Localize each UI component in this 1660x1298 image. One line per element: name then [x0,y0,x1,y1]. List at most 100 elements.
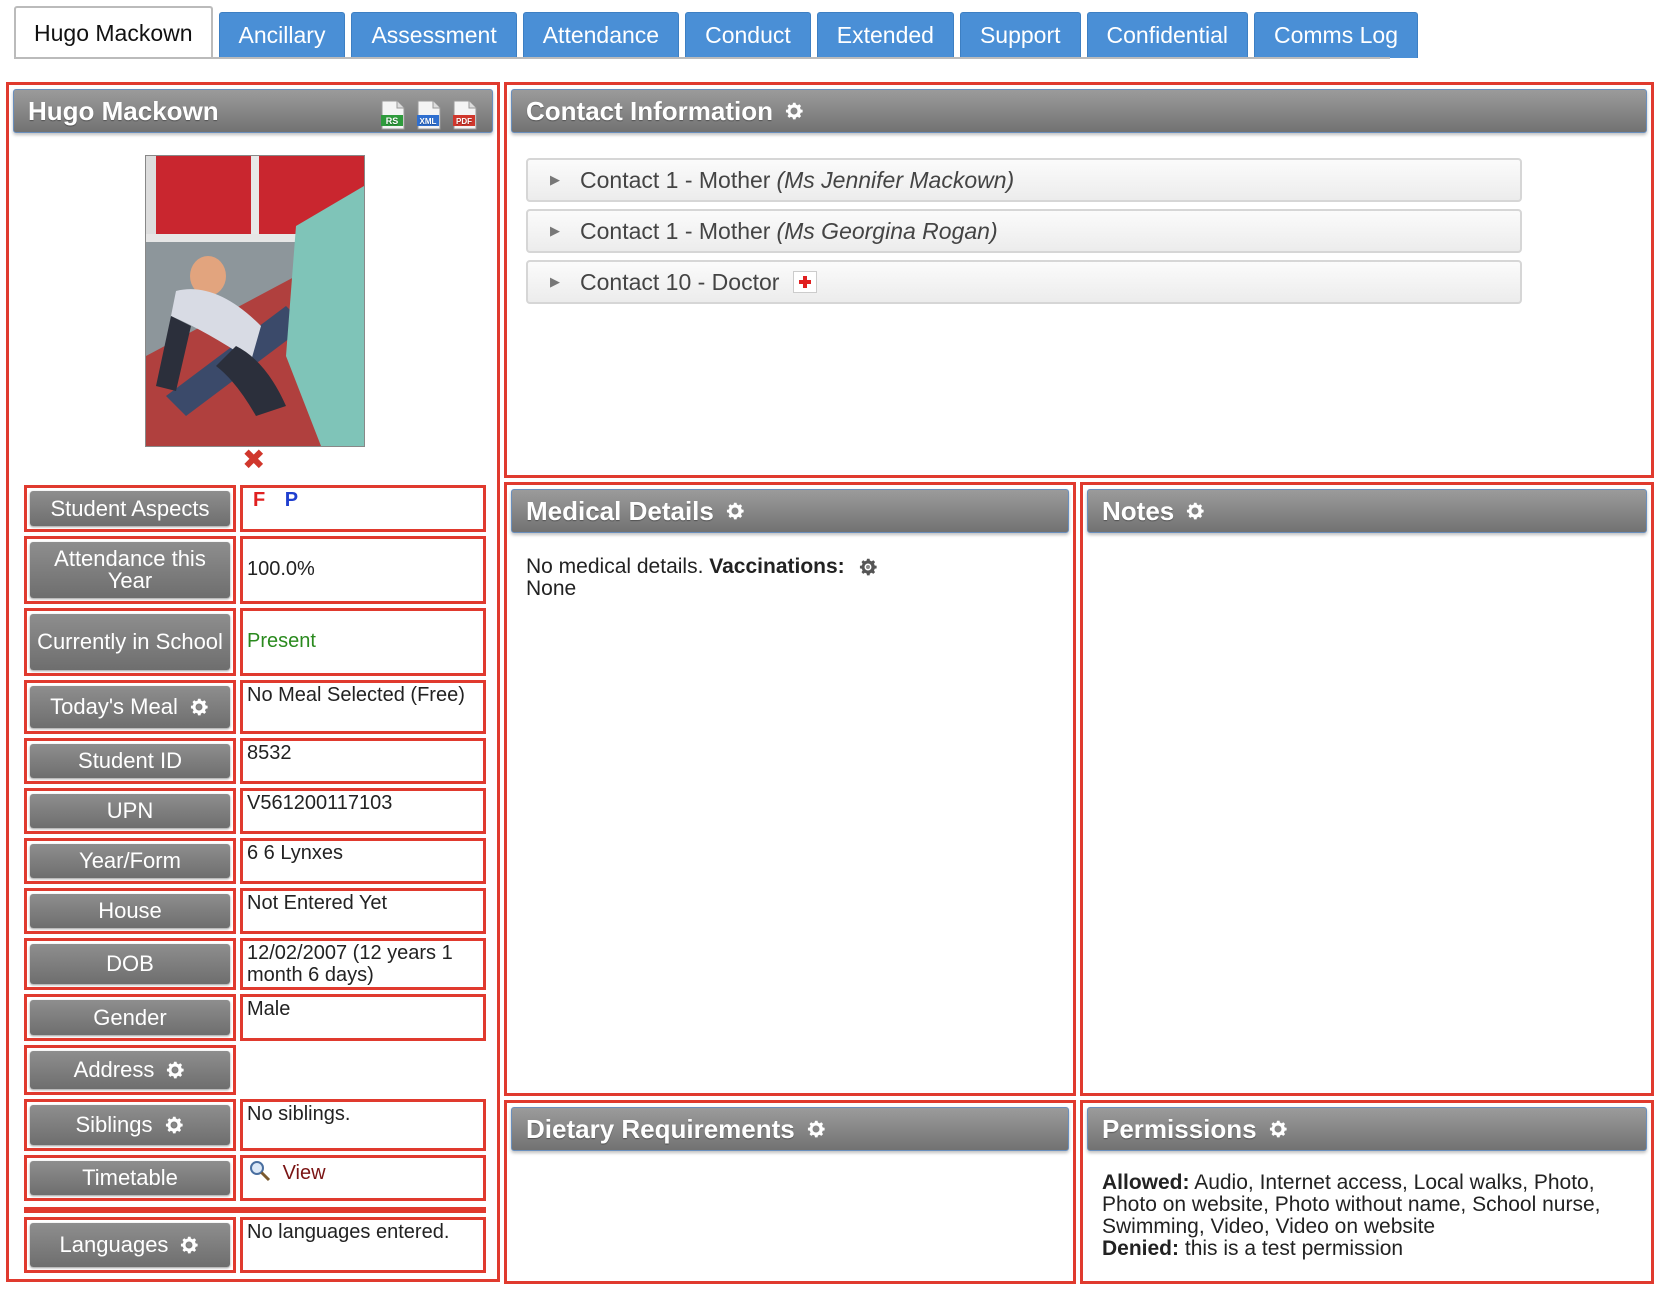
row-divider [24,1207,486,1213]
notes-gear-icon[interactable] [1184,500,1206,522]
in-school-value: Present [240,608,486,676]
year-form-text: Year/Form [79,848,181,873]
svg-text:XML: XML [420,117,437,126]
svg-text:PDF: PDF [456,117,472,126]
in-school-button[interactable]: Currently in School [30,614,230,670]
in-school-label: Currently in School [24,608,236,676]
rs-export-icon[interactable]: RS [380,100,406,130]
upn-label: UPN [24,788,236,834]
upn-text: UPN [106,798,154,823]
dietary-gear-icon[interactable] [805,1118,827,1140]
tab-attendance[interactable]: Attendance [522,12,680,58]
siblings-button[interactable]: Siblings [30,1105,230,1145]
meal-gear-icon[interactable] [188,696,210,718]
in-school-text: Currently in School [37,629,223,654]
meal-value: No Meal Selected (Free) [240,680,486,734]
notes-header: Notes [1087,489,1647,533]
student-photo [145,155,365,447]
contact-gear-icon[interactable] [783,100,805,122]
attendance-value: 100.0% [240,536,486,604]
contact-label: Contact 1 - Mother [580,166,771,193]
student-aspects-button[interactable]: Student Aspects [30,491,230,526]
contact-item-jennifer[interactable]: ▶ Contact 1 - Mother (Ms Jennifer Mackow… [526,158,1522,202]
meal-text: Today's Meal [50,694,178,719]
student-name-title: Hugo Mackown [28,95,219,126]
tab-ancillary[interactable]: Ancillary [218,12,346,58]
denied-label: Denied: [1102,1237,1180,1261]
gender-button[interactable]: Gender [30,1000,230,1035]
in-school-value-text: Present [247,630,316,653]
timetable-label: Timetable [24,1155,236,1201]
tab-support[interactable]: Support [959,12,1081,58]
siblings-value: No siblings. [240,1099,486,1151]
tab-conduct[interactable]: Conduct [685,12,811,58]
tab-assessment[interactable]: Assessment [351,12,517,58]
contact-information-title: Contact Information [526,95,773,126]
meal-button[interactable]: Today's Meal [30,686,230,728]
house-text: House [98,898,162,923]
dietary-requirements-title: Dietary Requirements [526,1113,795,1144]
permissions-gear-icon[interactable] [1267,1118,1289,1140]
dob-value-text: 12/02/2007 (12 years 1 month 6 days) [247,942,453,986]
gender-value-text: Male [247,998,291,1020]
siblings-value-text: No siblings. [247,1103,351,1125]
pdf-export-icon[interactable]: PDF [452,100,478,130]
expand-arrow-icon: ▶ [550,223,560,238]
meal-label: Today's Meal [24,680,236,734]
house-button[interactable]: House [30,894,230,928]
address-gear-icon[interactable] [164,1059,186,1081]
gender-text: Gender [93,1004,167,1030]
aspect-f-badge[interactable]: F [253,489,265,511]
year-form-label: Year/Form [24,838,236,884]
address-label: Address [24,1045,236,1095]
tab-confidential[interactable]: Confidential [1086,12,1248,58]
year-form-value: 6 6 Lynxes [240,838,486,884]
house-value-text: Not Entered Yet [247,892,388,914]
student-aspects-label: Student Aspects [24,485,236,532]
year-form-button[interactable]: Year/Form [30,844,230,878]
attendance-value-text: 100.0% [247,558,315,581]
siblings-gear-icon[interactable] [163,1114,185,1136]
attendance-label: Attendance this Year [24,536,236,604]
tab-extended[interactable]: Extended [816,12,954,58]
expand-arrow-icon: ▶ [550,274,560,289]
timetable-value: View [240,1155,486,1201]
siblings-text: Siblings [75,1112,153,1137]
contact-item-georgina[interactable]: ▶ Contact 1 - Mother (Ms Georgina Rogan) [526,209,1522,253]
siblings-label: Siblings [24,1099,236,1151]
gender-label: Gender [24,994,236,1041]
delete-photo-icon[interactable]: ✖ [242,446,265,474]
languages-gear-icon[interactable] [178,1234,200,1256]
vaccinations-value: None [526,577,577,601]
address-text: Address [73,1057,155,1082]
attendance-button[interactable]: Attendance this Year [30,542,230,598]
tab-bar: Hugo Mackown Ancillary Assessment Attend… [14,6,1424,58]
xml-export-icon[interactable]: XML [416,100,442,130]
attendance-text: Attendance this Year [54,546,206,593]
languages-button[interactable]: Languages [30,1223,230,1267]
student-id-button[interactable]: Student ID [30,744,230,778]
tab-divider [14,57,1390,59]
contact-item-doctor[interactable]: ▶ Contact 10 - Doctor [526,260,1522,304]
dietary-requirements-panel: Dietary Requirements [504,1100,1076,1284]
upn-button[interactable]: UPN [30,794,230,828]
meal-value-text: No Meal Selected (Free) [247,684,465,706]
allowed-label: Allowed: [1102,1171,1190,1194]
student-aspects-value: F P [240,485,486,532]
dob-button[interactable]: DOB [30,944,230,984]
vaccinations-gear-icon[interactable] [857,556,879,578]
medical-details-header: Medical Details [511,489,1069,533]
medical-gear-icon[interactable] [724,500,746,522]
timetable-view-link[interactable]: View [283,1162,326,1184]
timetable-button[interactable]: Timetable [30,1161,230,1195]
address-button[interactable]: Address [30,1051,230,1089]
student-id-value-text: 8532 [247,742,292,764]
aspect-p-badge[interactable]: P [285,489,298,511]
languages-value-text: No languages entered. [247,1221,450,1243]
dob-label: DOB [24,938,236,990]
student-panel-header: Hugo Mackown RS XML PDF [13,89,493,133]
tab-comms-log[interactable]: Comms Log [1254,12,1418,58]
notes-title: Notes [1102,495,1175,526]
tab-student-name[interactable]: Hugo Mackown [14,6,213,58]
notes-panel: Notes [1080,482,1654,1096]
